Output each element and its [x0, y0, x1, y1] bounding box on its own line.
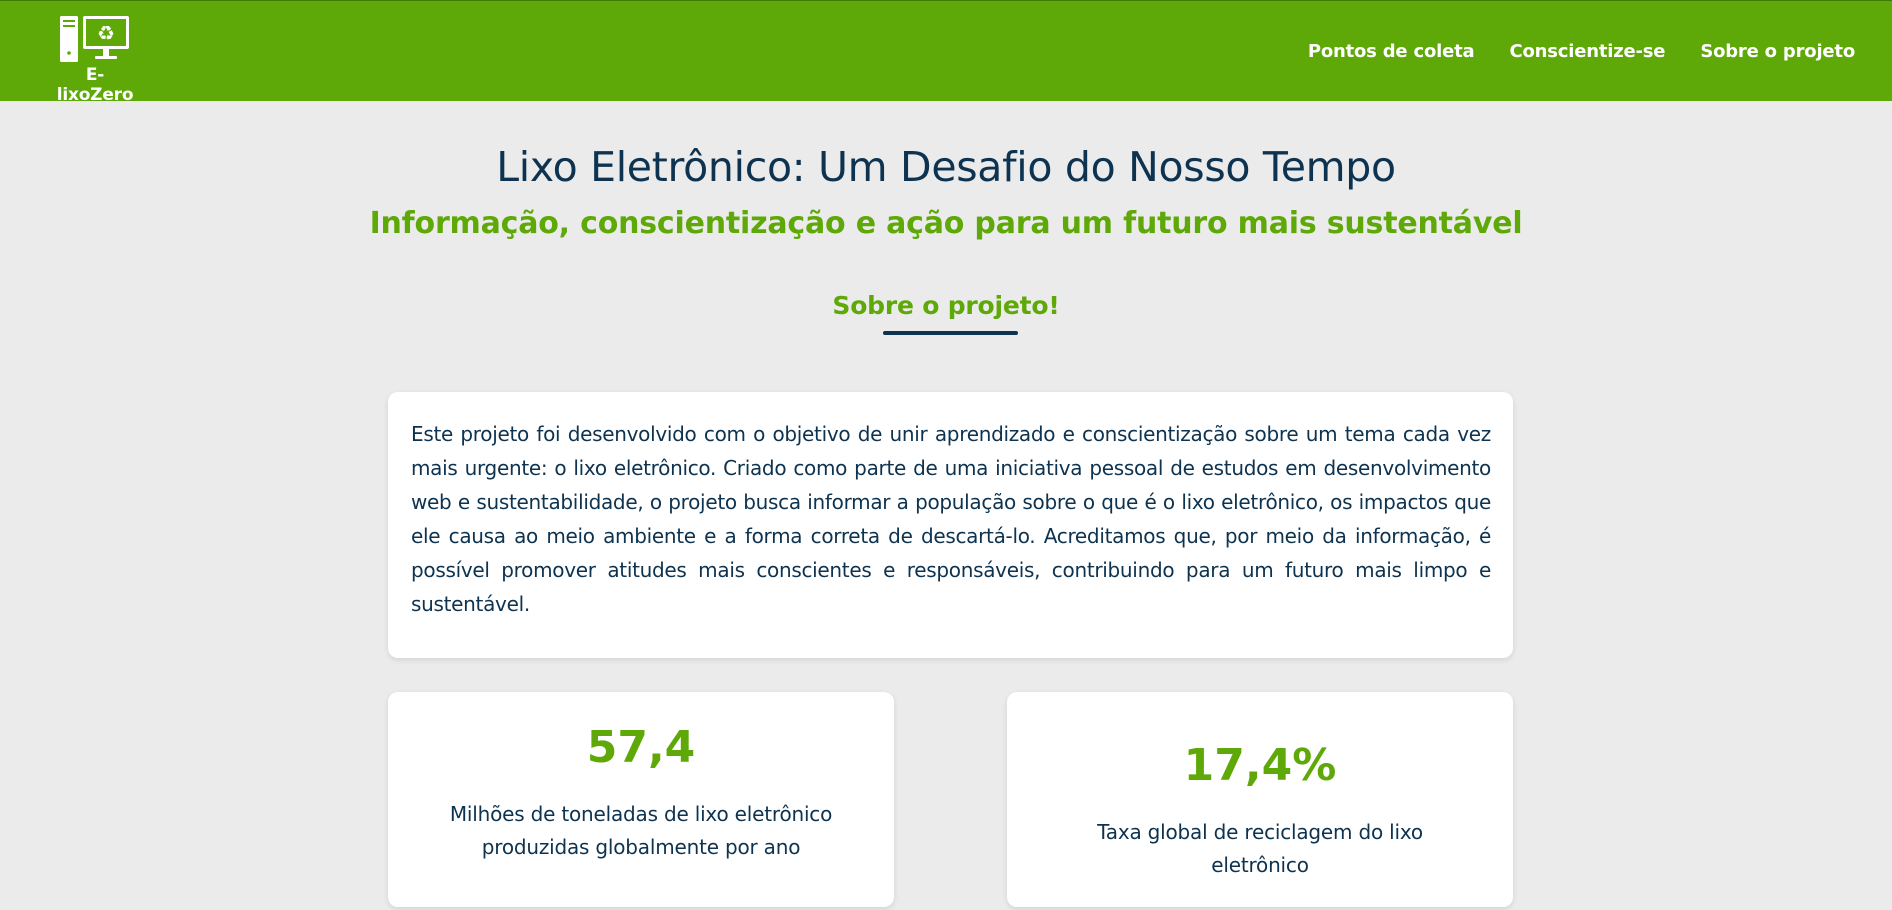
about-text: Este projeto foi desenvolvido com o obje…: [411, 422, 1491, 616]
top-navbar: ♻ E-lixoZero Pontos de coleta Conscienti…: [0, 0, 1892, 105]
page-subtitle: Informação, conscientização e ação para …: [369, 206, 1523, 241]
site-logo[interactable]: ♻ E-lixoZero: [48, 15, 142, 105]
nav-link-conscientize-se[interactable]: Conscientize-se: [1509, 41, 1665, 62]
page-title: Lixo Eletrônico: Um Desafio do Nosso Tem…: [496, 143, 1396, 191]
stat-card-ewaste-volume: 57,4 Milhões de toneladas de lixo eletrô…: [388, 692, 894, 907]
stat-label: Milhões de toneladas de lixo eletrônico …: [449, 802, 833, 859]
about-card: Este projeto foi desenvolvido com o obje…: [388, 392, 1513, 658]
section-heading-sobre: Sobre o projeto!: [832, 291, 1060, 320]
stat-value: 17,4%: [1183, 740, 1337, 791]
nav-link-sobre-o-projeto[interactable]: Sobre o projeto: [1700, 41, 1855, 62]
computer-recycle-icon: ♻: [60, 16, 129, 62]
section-heading-underline: [883, 331, 1018, 335]
svg-text:♻: ♻: [97, 21, 115, 45]
logo-text: E-lixoZero: [56, 65, 134, 105]
stat-card-recycling-rate: 17,4% Taxa global de reciclagem do lixo …: [1007, 692, 1513, 907]
stat-value: 57,4: [586, 722, 696, 773]
nav-link-pontos-de-coleta[interactable]: Pontos de coleta: [1308, 41, 1475, 62]
stat-label: Taxa global de reciclagem do lixo eletrô…: [1097, 820, 1423, 877]
main-nav: Pontos de coleta Conscientize-se Sobre o…: [1308, 41, 1855, 62]
